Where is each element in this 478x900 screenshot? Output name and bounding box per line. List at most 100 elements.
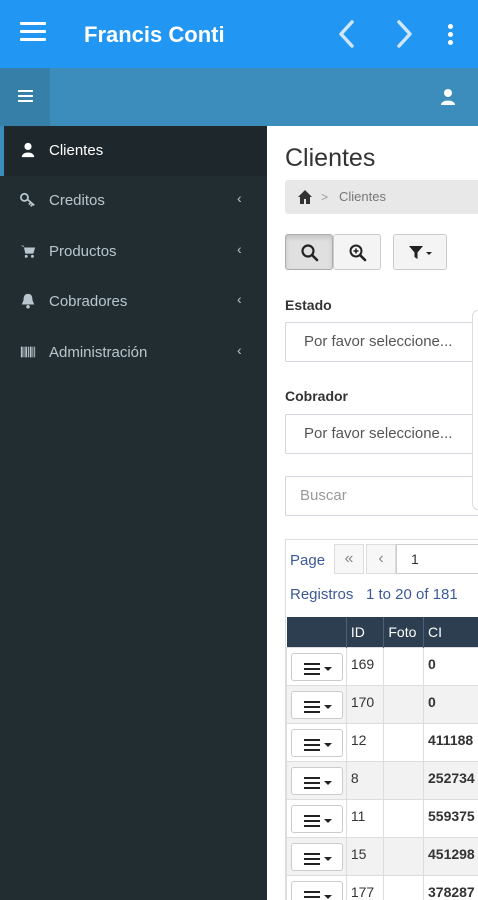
ci-cell: 0 — [423, 684, 478, 724]
estado-select[interactable]: Por favor seleccione... — [285, 322, 478, 362]
row-actions-button[interactable] — [291, 690, 343, 719]
pager-page-label: Page — [290, 552, 326, 569]
sidebar-item-label: Clientes — [49, 142, 104, 159]
ci-cell: 559375 — [423, 798, 478, 838]
table-row[interactable]: 8 252734 — [286, 760, 478, 800]
table-row[interactable]: 177 378287 — [286, 874, 478, 900]
sidebar-item-administracion[interactable]: Administración ‹ — [0, 328, 267, 378]
table-row[interactable]: 12 411188 — [286, 722, 478, 762]
prev-page-button[interactable]: ‹ — [366, 544, 396, 574]
records-label: Registros — [290, 586, 354, 603]
zoom-in-icon — [349, 244, 367, 262]
sidebar-toggle-icon[interactable] — [0, 68, 50, 126]
forward-arrow-icon[interactable] — [384, 14, 424, 54]
bell-icon — [20, 293, 38, 311]
search-button[interactable] — [285, 234, 333, 270]
row-actions-cell — [286, 722, 347, 762]
column-header-ci[interactable]: CI — [423, 617, 478, 647]
chevron-left-icon: ‹ — [237, 241, 242, 257]
foto-cell — [383, 722, 424, 762]
chevron-left-icon: ‹ — [237, 190, 242, 206]
cobrador-label: Cobrador — [285, 388, 348, 404]
row-actions-button[interactable] — [291, 804, 343, 833]
foto-cell — [383, 684, 424, 724]
home-icon[interactable] — [297, 189, 313, 205]
table-row[interactable]: 170 0 — [286, 684, 478, 724]
row-actions-cell — [286, 836, 347, 876]
breadcrumb-separator: > — [321, 190, 329, 204]
table-row[interactable]: 15 451298 — [286, 836, 478, 876]
sidebar-item-label: Creditos — [49, 192, 105, 209]
table-row[interactable]: 169 0 — [286, 646, 478, 686]
hamburger-menu-icon[interactable] — [20, 22, 46, 44]
column-header-id[interactable]: ID — [346, 617, 385, 647]
search-icon — [301, 244, 319, 262]
main-content: Clientes > Clientes Estado Por favor sel… — [267, 126, 478, 900]
filter-dropdown-button[interactable] — [393, 234, 447, 270]
column-header-actions — [286, 617, 347, 647]
app-bar: Francis Conti — [0, 0, 478, 68]
sidebar-item-label: Administración — [49, 344, 148, 361]
page-title: Clientes — [285, 144, 376, 172]
row-actions-button[interactable] — [291, 880, 343, 900]
ci-cell: 451298 — [423, 836, 478, 876]
table-header-row: ID Foto CI — [286, 617, 478, 647]
foto-cell — [383, 798, 424, 838]
back-arrow-icon[interactable] — [328, 14, 368, 54]
row-actions-cell — [286, 684, 347, 724]
clients-grid: Page « ‹ 1 Registros 1 to 20 of 181 ID F… — [285, 539, 478, 900]
id-cell: 170 — [345, 684, 385, 724]
row-actions-cell — [286, 646, 347, 686]
sidebar-item-label: Cobradores — [49, 293, 128, 310]
sidebar-item-label: Productos — [49, 243, 117, 260]
search-input[interactable]: Buscar — [285, 476, 478, 516]
filter-icon — [409, 246, 432, 259]
sidebar-item-creditos[interactable]: Creditos ‹ — [0, 176, 267, 226]
id-cell: 12 — [345, 722, 385, 762]
sidebar-item-productos[interactable]: Productos ‹ — [0, 227, 267, 277]
breadcrumb-current: Clientes — [339, 189, 386, 204]
foto-cell — [383, 646, 424, 686]
more-vert-icon[interactable] — [448, 24, 456, 46]
sidebar-item-clientes[interactable]: Clientes — [0, 126, 267, 176]
row-actions-cell — [286, 798, 347, 838]
row-actions-button[interactable] — [291, 652, 343, 681]
user-menu-icon[interactable] — [440, 88, 456, 106]
breadcrumb: > Clientes — [285, 180, 478, 214]
first-page-button[interactable]: « — [334, 544, 364, 574]
cobrador-select[interactable]: Por favor seleccione... — [285, 414, 478, 454]
row-actions-cell — [286, 874, 347, 900]
row-actions-button[interactable] — [291, 766, 343, 795]
foto-cell — [383, 874, 424, 900]
sidebar-item-cobradores[interactable]: Cobradores ‹ — [0, 277, 267, 327]
id-cell: 169 — [345, 646, 385, 686]
chevron-left-icon: ‹ — [237, 291, 242, 307]
app-title: Francis Conti — [84, 22, 225, 47]
estado-label: Estado — [285, 297, 332, 313]
ci-cell: 252734 — [423, 760, 478, 800]
row-actions-cell — [286, 760, 347, 800]
row-actions-button[interactable] — [291, 728, 343, 757]
chevron-left-icon: ‹ — [237, 342, 242, 358]
row-actions-button[interactable] — [291, 842, 343, 871]
clients-table: ID Foto CI 169 0 170 0 12 411188 8 25273… — [286, 617, 478, 900]
id-cell: 15 — [345, 836, 385, 876]
ci-cell: 0 — [423, 646, 478, 686]
records-range: 1 to 20 of 181 — [366, 586, 458, 603]
column-header-foto[interactable]: Foto — [383, 617, 424, 647]
id-cell: 8 — [345, 760, 385, 800]
user-icon — [20, 142, 38, 160]
key-icon — [20, 192, 38, 210]
foto-cell — [383, 760, 424, 800]
top-navbar — [0, 68, 478, 126]
id-cell: 11 — [345, 798, 385, 838]
table-row[interactable]: 11 559375 — [286, 798, 478, 838]
barcode-icon — [20, 344, 38, 362]
page-number-input[interactable]: 1 — [396, 544, 478, 574]
advanced-search-button[interactable] — [333, 234, 381, 270]
foto-cell — [383, 836, 424, 876]
scrollbar[interactable] — [472, 310, 478, 510]
sidebar: Clientes Creditos ‹ Productos ‹ Cobrador… — [0, 126, 267, 900]
ci-cell: 378287 — [423, 874, 478, 900]
cart-icon — [20, 243, 38, 261]
